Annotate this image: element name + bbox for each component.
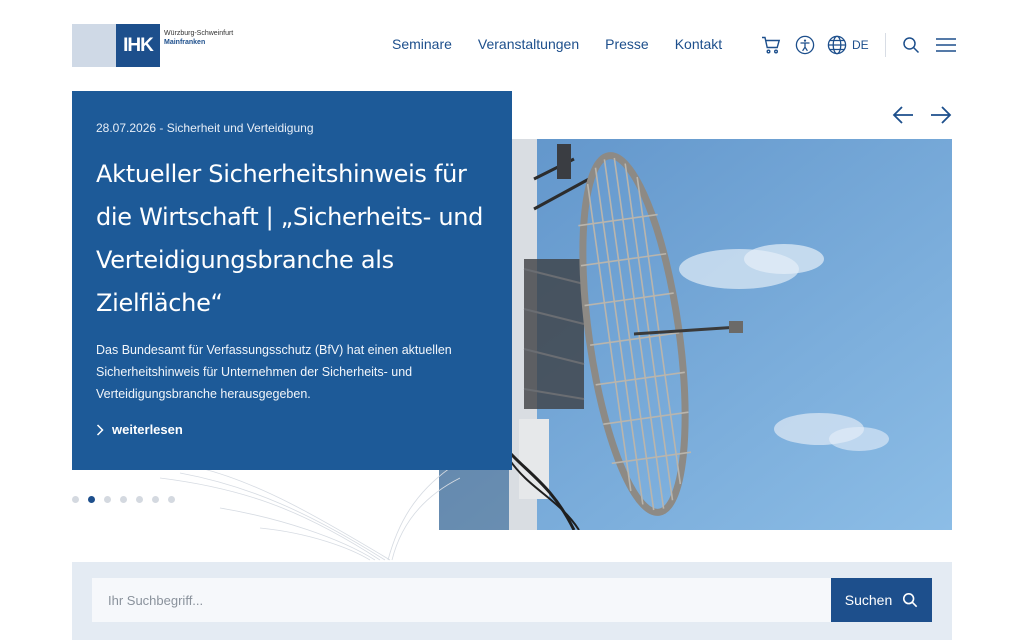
language-selector[interactable]: DE [852,38,869,52]
slider-dot[interactable] [104,496,111,503]
slider-pagination [72,496,175,503]
nav-veranstaltungen[interactable]: Veranstaltungen [478,36,579,52]
chevron-right-icon [96,423,104,436]
slider-dot[interactable] [72,496,79,503]
decorative-line-art [160,468,460,561]
hero-title[interactable]: Aktueller Sicherheitshinweis für die Wir… [96,153,491,325]
nav-kontakt[interactable]: Kontakt [675,36,722,52]
logo-line-2: Mainfranken [164,39,206,46]
utility-bar: DE [760,33,958,57]
slider-dot[interactable] [88,496,95,503]
search-icon[interactable] [900,34,922,56]
hero-image [439,139,952,530]
main-nav: Seminare Veranstaltungen Presse Kontakt [392,36,722,52]
nav-presse[interactable]: Presse [605,36,649,52]
slider-dot[interactable] [120,496,127,503]
hero-description: Das Bundesamt für Verfassungsschutz (BfV… [96,343,452,401]
cart-icon[interactable] [760,34,782,56]
nav-seminare[interactable]: Seminare [392,36,452,52]
search-input[interactable] [92,578,832,622]
antenna-illustration [439,139,952,530]
search-button-label: Suchen [844,592,893,608]
slider-controls [892,104,952,126]
read-more-label: weiterlesen [112,422,183,437]
hamburger-menu-icon[interactable] [934,34,958,56]
search-button-icon [903,592,918,608]
accessibility-icon[interactable] [794,34,816,56]
logo-line-1: Würzburg-Schweinfurt [164,30,234,37]
logo-background [72,24,116,67]
globe-icon[interactable] [826,34,848,56]
arrow-left-icon[interactable] [892,104,914,126]
read-more-link[interactable]: weiterlesen [96,422,183,437]
slider-dot[interactable] [168,496,175,503]
hero-date-category: 28.07.2026 - Sicherheit und Verteidigung [96,121,314,135]
slider-dot[interactable] [152,496,159,503]
search-button[interactable]: Suchen [831,578,932,622]
ihk-logo[interactable]: IHK Würzburg-Schweinfurt Mainfranken [72,24,242,67]
logo-mark: IHK [116,24,160,67]
utility-divider [884,33,886,57]
arrow-right-icon[interactable] [930,104,952,126]
slider-dot[interactable] [136,496,143,503]
hero-teaser-card: 28.07.2026 - Sicherheit und Verteidigung… [72,91,512,470]
